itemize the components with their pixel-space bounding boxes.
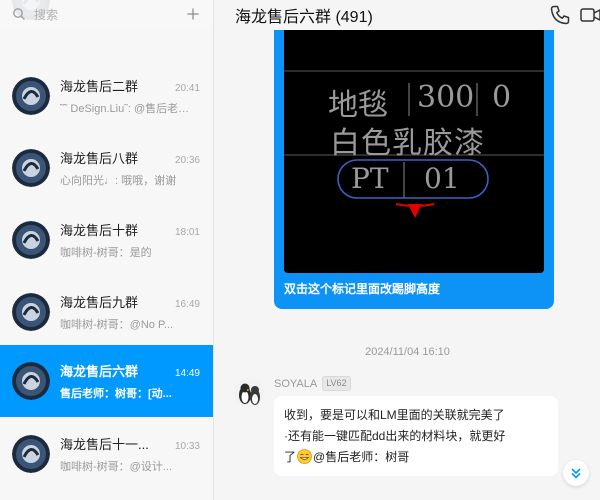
cad-tag-pt: PT: [351, 162, 389, 195]
plus-icon: [187, 8, 199, 20]
message-line: 收到，要是可以和LM里面的关联就完美了: [284, 408, 505, 422]
conversation-time: 16:49: [174, 299, 200, 310]
video-icon[interactable]: [579, 4, 600, 26]
conversation-name: 海龙售后六群: [60, 364, 139, 379]
conversation-time: 14:49: [174, 368, 200, 379]
image-caption: 双击这个标记里面改踢脚高度: [284, 282, 441, 296]
conversation-item[interactable]: 海龙售后九群 16:49 咖啡树-树哥：@No P...: [0, 276, 213, 348]
avatar: [12, 293, 50, 331]
scroll-to-bottom-button[interactable]: [563, 460, 589, 486]
avatar: [12, 362, 50, 400]
avatar: [12, 77, 50, 115]
conversation-time: 20:41: [174, 83, 200, 94]
conversation-time: 20:36: [174, 155, 200, 166]
add-button[interactable]: [184, 5, 202, 23]
search-icon: [12, 7, 26, 21]
chat-title: 海龙售后六群 (491): [235, 9, 373, 26]
conversation-preview: 心向阳光♩: 哦哦，谢谢: [60, 175, 177, 187]
conversation-preview: 咖啡树-树哥：@设计...: [60, 461, 172, 473]
level-badge: LV62: [322, 376, 351, 391]
conversation-item[interactable]: 海龙售后二群 20:41 ˜˜ DeSign.Liu˜: @售后老师：树哥: [0, 60, 213, 132]
grin-emoji-icon: [297, 449, 312, 464]
conversation-item[interactable]: 海龙售后八群 20:36 心向阳光♩: 哦哦，谢谢: [0, 132, 213, 204]
conversation-sidebar: 海龙售后二群 20:41 ˜˜ DeSign.Liu˜: @售后老师：树哥 海龙…: [0, 0, 214, 500]
conversation-time: 10:33: [174, 441, 200, 452]
avatar: [12, 221, 50, 259]
conversation-name: 海龙售后二群: [60, 79, 139, 94]
conversation-name: 海龙售后十群: [60, 223, 139, 238]
conversation-name: 海龙售后十一...: [60, 437, 149, 452]
conversation-item-active[interactable]: 海龙售后六群 14:49 售后老师：树哥：[动...: [0, 345, 213, 417]
avatar: [12, 435, 50, 473]
conversation-time: 18:01: [174, 227, 200, 238]
search-bar[interactable]: 搜索: [0, 0, 213, 28]
phone-icon[interactable]: [549, 4, 571, 26]
cad-text-0: 0: [492, 80, 512, 115]
sender-name[interactable]: SOYALA: [274, 378, 317, 390]
cad-text-300: 300: [417, 80, 475, 115]
message-line: ·还有能一键匹配dd出来的材料块，就更好: [284, 429, 506, 443]
text-message-bubble[interactable]: 收到，要是可以和LM里面的关联就完美了 ·还有能一键匹配dd出来的材料块，就更好…: [274, 396, 558, 476]
cad-tag-01: 01: [424, 162, 460, 195]
sender-avatar[interactable]: [234, 378, 264, 408]
search-input[interactable]: 搜索: [34, 6, 184, 23]
message-line: 了 @售后老师：树哥: [284, 447, 548, 468]
image-message-bubble[interactable]: 地毯 300 0 白色乳胶漆 PT 01 双击这个标记里面改踢脚高度: [274, 18, 554, 309]
cad-text-paint: 白色乳胶漆: [330, 126, 485, 161]
conversation-preview: 咖啡树-树哥：是的: [60, 247, 152, 259]
cad-screenshot-image[interactable]: 地毯 300 0 白色乳胶漆 PT 01: [284, 18, 544, 273]
avatar: [12, 149, 50, 187]
double-chevron-down-icon: [571, 468, 581, 479]
conversation-preview: 售后老师：树哥：[动...: [60, 388, 172, 400]
message-timestamp: 2024/11/04 16:10: [365, 346, 450, 358]
conversation-name: 海龙售后九群: [60, 295, 139, 310]
message-text: 了: [284, 450, 297, 464]
conversation-preview: ˜˜ DeSign.Liu˜: @售后老师：树哥: [60, 103, 200, 115]
sender-row: SOYALA LV62: [274, 376, 351, 391]
chat-header: 海龙售后六群 (491): [215, 0, 600, 30]
conversation-item[interactable]: 海龙售后十群 18:01 咖啡树-树哥：是的: [0, 204, 213, 276]
conversation-name: 海龙售后八群: [60, 151, 139, 166]
conversation-preview: 咖啡树-树哥：@No P...: [60, 319, 174, 331]
mention-text[interactable]: @售后老师：树哥: [313, 450, 409, 464]
conversation-item[interactable]: 海龙售后十一... 10:33 咖啡树-树哥：@设计...: [0, 418, 213, 490]
